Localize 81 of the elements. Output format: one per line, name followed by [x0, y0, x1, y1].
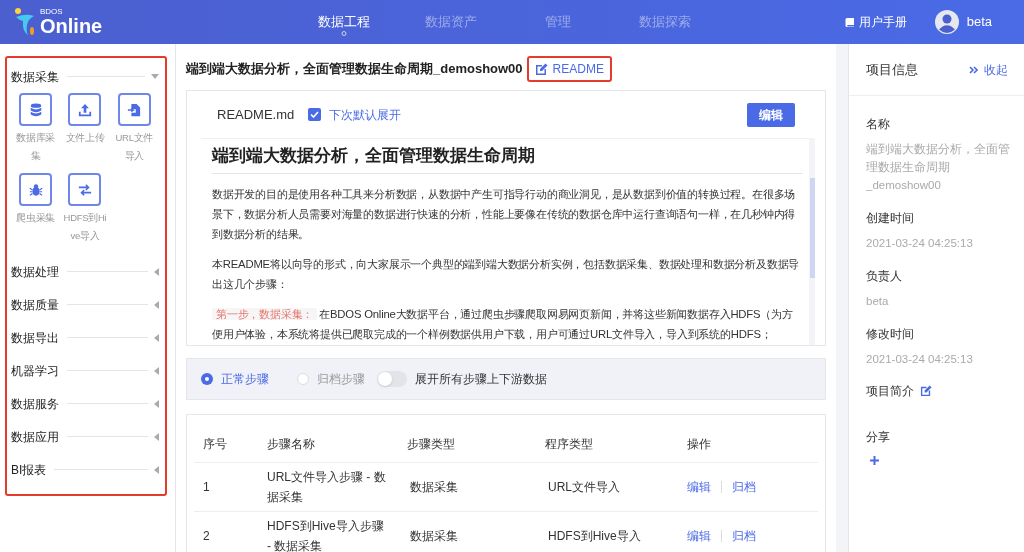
edit-button[interactable]: 编辑: [747, 102, 795, 127]
file-name: README.md: [217, 105, 295, 124]
section-title[interactable]: 机器学习: [11, 361, 59, 380]
table-cell-text: URL文件导入步骤 - 数据采集: [267, 469, 387, 506]
field-label: 名称: [866, 116, 891, 133]
column-header: 步骤类型: [407, 436, 455, 451]
user-name[interactable]: beta: [966, 12, 992, 32]
table-cell-text: 1: [203, 479, 211, 496]
readme-paragraph: 第一步，数据采集： 在BDOS Online大数据平台，通过爬虫步骤爬取网易网页新闻，并将这些新闻数据存入HDFS（为方便用户体验，本系统将提供已爬取完成的一个样例数据供用户下载，用户可通过URL文件导入，导入到系统的HDFS；: [212, 306, 794, 342]
upload-icon: [78, 101, 92, 118]
radio-label[interactable]: 归档步骤: [317, 370, 365, 388]
readme-paragraph: 本README将以向导的形式，向大家展示一个典型的端到端大数据分析实例，包括数据采集、数据处理和数据分析及数据导出这几个步骤：: [212, 256, 801, 292]
field-label: 分享: [866, 429, 891, 446]
field-value: 2021-03-24 04:25:13: [866, 236, 974, 251]
action-link[interactable]: 归档: [732, 478, 756, 496]
tool-tile[interactable]: [68, 173, 102, 206]
tile-label: 爬虫采集: [15, 211, 57, 225]
project-title: 端到端大数据分析，全面管理数据生命周期_demoshow00: [186, 60, 523, 79]
radio-label[interactable]: 正常步骤: [221, 370, 269, 388]
column-header: 程序类型: [545, 436, 593, 451]
field-label: 项目简介: [866, 383, 914, 400]
section-title[interactable]: 数据导出: [11, 328, 59, 347]
field-label: 修改时间: [866, 326, 915, 343]
action-link[interactable]: 编辑: [687, 527, 711, 545]
table-cell-text: 2: [203, 528, 211, 545]
scrollbar[interactable]: [809, 138, 815, 345]
tool-tile[interactable]: [19, 93, 53, 126]
field-value: beta: [866, 294, 890, 309]
readme-button[interactable]: README: [526, 56, 612, 82]
checkbox[interactable]: [308, 108, 322, 121]
section-title[interactable]: 数据应用: [11, 427, 59, 446]
field-value: 端到端大数据分析，全面管理数据生命周期_demoshow00: [866, 142, 1011, 193]
section-title[interactable]: 数据服务: [11, 394, 59, 413]
table-cell-text: 数据采集: [410, 479, 459, 496]
manual-link[interactable]: 用户手册: [858, 13, 907, 31]
radio-button[interactable]: [201, 373, 213, 385]
field-label: 创建时间: [866, 210, 915, 227]
action-link[interactable]: 编辑: [687, 478, 711, 496]
action-link[interactable]: 归档: [732, 527, 756, 545]
plus-icon[interactable]: [870, 456, 879, 465]
tile-label: HDFS到Hive导入: [62, 211, 108, 243]
table-cell-text: URL文件导入: [548, 479, 621, 496]
section-title[interactable]: 数据处理: [11, 262, 59, 281]
section-title[interactable]: BI报表: [11, 460, 47, 479]
column-header: 步骤名称: [267, 436, 315, 451]
edit-icon: [534, 62, 548, 76]
edit-icon[interactable]: [920, 385, 932, 397]
field-label: 负责人: [866, 268, 903, 285]
panel-title: 项目信息: [866, 60, 918, 79]
table-cell-text: HDFS到Hive导入: [548, 528, 642, 545]
tile-label: URL文件导入: [114, 131, 155, 163]
tool-tile[interactable]: [68, 93, 102, 126]
collapse-button[interactable]: 收起: [969, 60, 1008, 79]
swap-arrows-icon: [78, 181, 92, 198]
table-cell-text: 数据采集: [410, 528, 459, 545]
radio-button[interactable]: [297, 373, 309, 385]
section-title[interactable]: 数据质量: [11, 295, 59, 314]
column-header: 序号: [203, 436, 227, 451]
nav-tab[interactable]: 数据工程: [290, 0, 397, 44]
column-header: 操作: [687, 436, 711, 451]
tool-tile[interactable]: [117, 93, 151, 126]
field-value: 2021-03-24 04:25:13: [866, 352, 974, 367]
toggle-switch[interactable]: [377, 371, 407, 387]
avatar-icon[interactable]: [934, 10, 959, 34]
logo-text: Online: [40, 16, 103, 36]
readme-heading: 端到端大数据分析，全面管理数据生命周期: [212, 139, 803, 174]
section-title[interactable]: 数据采集: [11, 67, 59, 86]
checkbox-label[interactable]: 下次默认展开: [329, 105, 402, 124]
tool-tile[interactable]: [19, 173, 53, 206]
readme-paragraph: 数据开发的目的是使用各种工具来分析数据，从数据中产生可指导行动的商业洞见，是从数据到价值的转换过程。在很多场景下，数据分析人员需要对海量的数据进行快速的分析，性能上要像在传统的数据仓库中运行查询语句一样，在几秒钟内得到数据分析的结果。: [212, 186, 797, 242]
logo-caption: BDOS: [40, 8, 64, 16]
logo-icon: [14, 7, 36, 37]
table-cell-text: HDFS到Hive导入步骤 - 数据采集: [267, 518, 385, 552]
bug-icon: [28, 181, 43, 198]
tile-label: 数据库采集: [15, 131, 57, 163]
file-import-icon: [127, 101, 142, 118]
toggle-label: 展开所有步骤上下游数据: [415, 371, 547, 388]
database-icon: [28, 101, 43, 118]
book-icon: [844, 17, 855, 27]
tile-label: 文件上传: [64, 131, 106, 145]
double-chevron-icon: [969, 65, 978, 74]
